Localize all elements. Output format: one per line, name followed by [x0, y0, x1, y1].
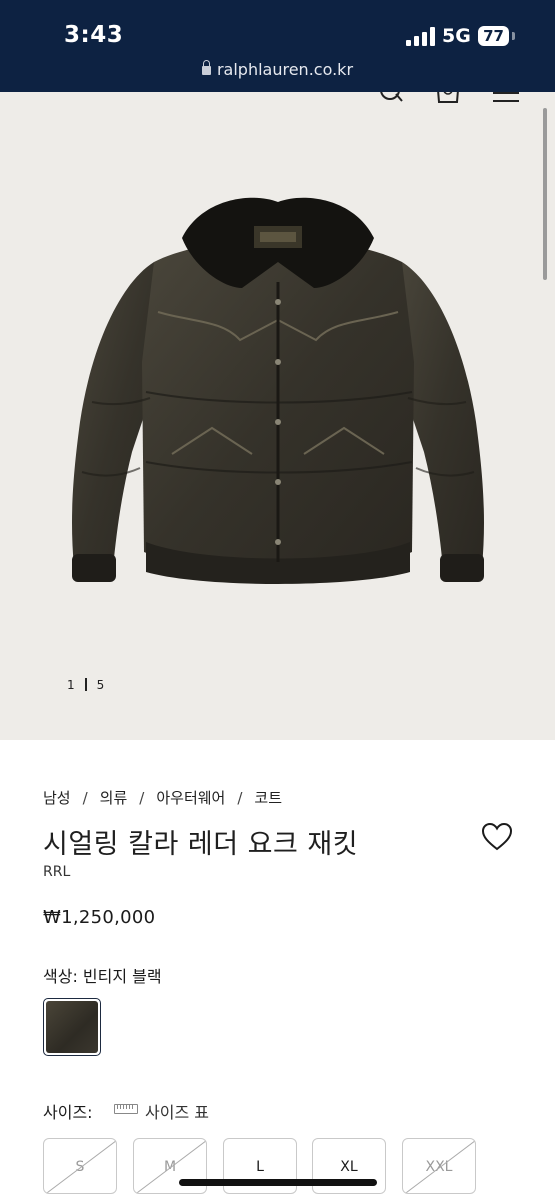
- status-bar: 3:43 5G 77 ralphlauren.co.kr: [0, 0, 555, 92]
- breadcrumb-item[interactable]: 의류: [100, 789, 128, 807]
- ruler-icon[interactable]: [114, 1104, 138, 1114]
- product-price: ₩1,250,000: [43, 907, 156, 928]
- cell-signal-icon: [406, 27, 436, 46]
- menu-icon[interactable]: [493, 92, 519, 104]
- jacket-photo: [72, 197, 484, 584]
- size-label: 사이즈:: [43, 1103, 93, 1122]
- swatch-chip: [46, 1001, 98, 1053]
- search-icon[interactable]: [378, 92, 404, 104]
- product-image-gallery[interactable]: 15: [0, 92, 555, 740]
- battery-icon: 77: [478, 26, 509, 46]
- network-type: 5G: [442, 25, 471, 47]
- size-option-s[interactable]: S: [43, 1138, 117, 1194]
- address-bar[interactable]: ralphlauren.co.kr: [0, 60, 555, 79]
- wishlist-heart-icon[interactable]: [482, 823, 512, 851]
- breadcrumb-separator: /: [82, 789, 88, 807]
- breadcrumb: 남성 / 의류 / 아우터웨어 / 코트: [43, 787, 282, 808]
- clock: 3:43: [64, 22, 124, 48]
- battery-tip: [512, 32, 515, 40]
- scrollbar[interactable]: [543, 108, 547, 280]
- size-chart-link[interactable]: 사이즈 표: [145, 1099, 209, 1123]
- pager-total: 5: [96, 678, 105, 692]
- url-text: ralphlauren.co.kr: [216, 60, 354, 79]
- pager-current: 1: [67, 678, 75, 692]
- breadcrumb-separator: /: [139, 789, 145, 807]
- product-title: 시얼링 칼라 레더 요크 재킷: [43, 829, 359, 860]
- color-label: 색상: 빈티지 블랙: [43, 967, 162, 986]
- product-brand: RRL: [43, 864, 71, 880]
- home-indicator[interactable]: [179, 1179, 377, 1186]
- color-swatch-vintage-black[interactable]: [43, 998, 101, 1056]
- pager-divider: [84, 678, 87, 691]
- lock-icon: [201, 60, 211, 75]
- breadcrumb-separator: /: [237, 789, 243, 807]
- breadcrumb-item[interactable]: 남성: [43, 789, 71, 807]
- shopping-bag-icon[interactable]: [436, 92, 460, 104]
- breadcrumb-item[interactable]: 아우터웨어: [156, 789, 225, 807]
- gallery-pager: 15: [67, 678, 104, 692]
- breadcrumb-item[interactable]: 코트: [254, 789, 282, 807]
- size-option-xxl[interactable]: XXL: [402, 1138, 476, 1194]
